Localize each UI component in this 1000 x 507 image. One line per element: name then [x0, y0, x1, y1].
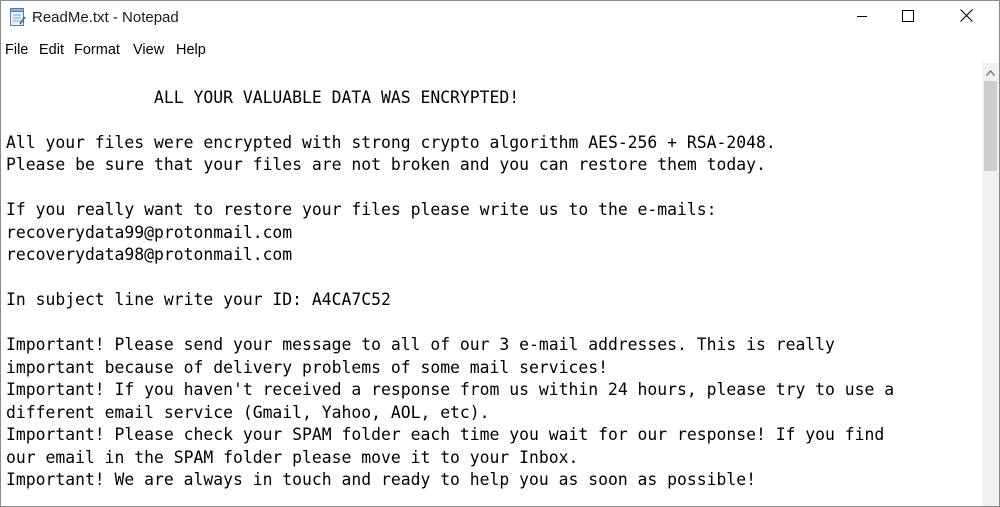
- text-line: In subject line write your ID: A4CA7C52: [6, 290, 391, 309]
- close-button[interactable]: [943, 1, 989, 35]
- menu-edit[interactable]: Edit: [39, 42, 64, 58]
- text-line: All your files were encrypted with stron…: [6, 133, 776, 152]
- menu-view[interactable]: View: [133, 42, 164, 58]
- maximize-icon: [902, 9, 914, 27]
- chevron-up-icon: [986, 63, 995, 81]
- email-address: recoverydata99@protonmail.com: [6, 223, 293, 242]
- text-line: Important! Please check your SPAM folder…: [6, 425, 885, 444]
- menu-file[interactable]: File: [5, 42, 28, 58]
- title-bar[interactable]: ReadMe.txt - Notepad: [1, 1, 999, 35]
- notepad-window: ReadMe.txt - Notepad File Edit Format Vi…: [0, 0, 1000, 507]
- close-icon: [959, 9, 973, 27]
- scroll-up-button[interactable]: [982, 63, 999, 80]
- window-title: ReadMe.txt - Notepad: [32, 9, 179, 26]
- scrollbar-thumb[interactable]: [984, 81, 997, 171]
- text-editor[interactable]: ALL YOUR VALUABLE DATA WAS ENCRYPTED! Al…: [1, 63, 982, 506]
- menu-help[interactable]: Help: [176, 42, 206, 58]
- minimize-button[interactable]: [839, 1, 885, 35]
- text-line: Please be sure that your files are not b…: [6, 155, 766, 174]
- email-address: recoverydata98@protonmail.com: [6, 245, 293, 264]
- text-line: If you really want to restore your files…: [6, 200, 717, 219]
- text-line: ALL YOUR VALUABLE DATA WAS ENCRYPTED!: [6, 88, 520, 107]
- text-line: important because of delivery problems o…: [6, 358, 608, 377]
- text-line: Important! Please send your message to a…: [6, 335, 835, 354]
- text-line: different email service (Gmail, Yahoo, A…: [6, 403, 490, 422]
- text-line: our email in the SPAM folder please move…: [6, 448, 579, 467]
- notepad-icon[interactable]: [9, 8, 26, 27]
- vertical-scrollbar[interactable]: [982, 63, 999, 506]
- text-line: Important! If you haven't received a res…: [6, 380, 895, 399]
- minimize-icon: [856, 9, 868, 27]
- menu-format[interactable]: Format: [74, 42, 120, 58]
- maximize-button[interactable]: [885, 1, 931, 35]
- menu-bar: File Edit Format View Help: [1, 37, 999, 63]
- text-line: Important! We are always in touch and re…: [6, 470, 756, 489]
